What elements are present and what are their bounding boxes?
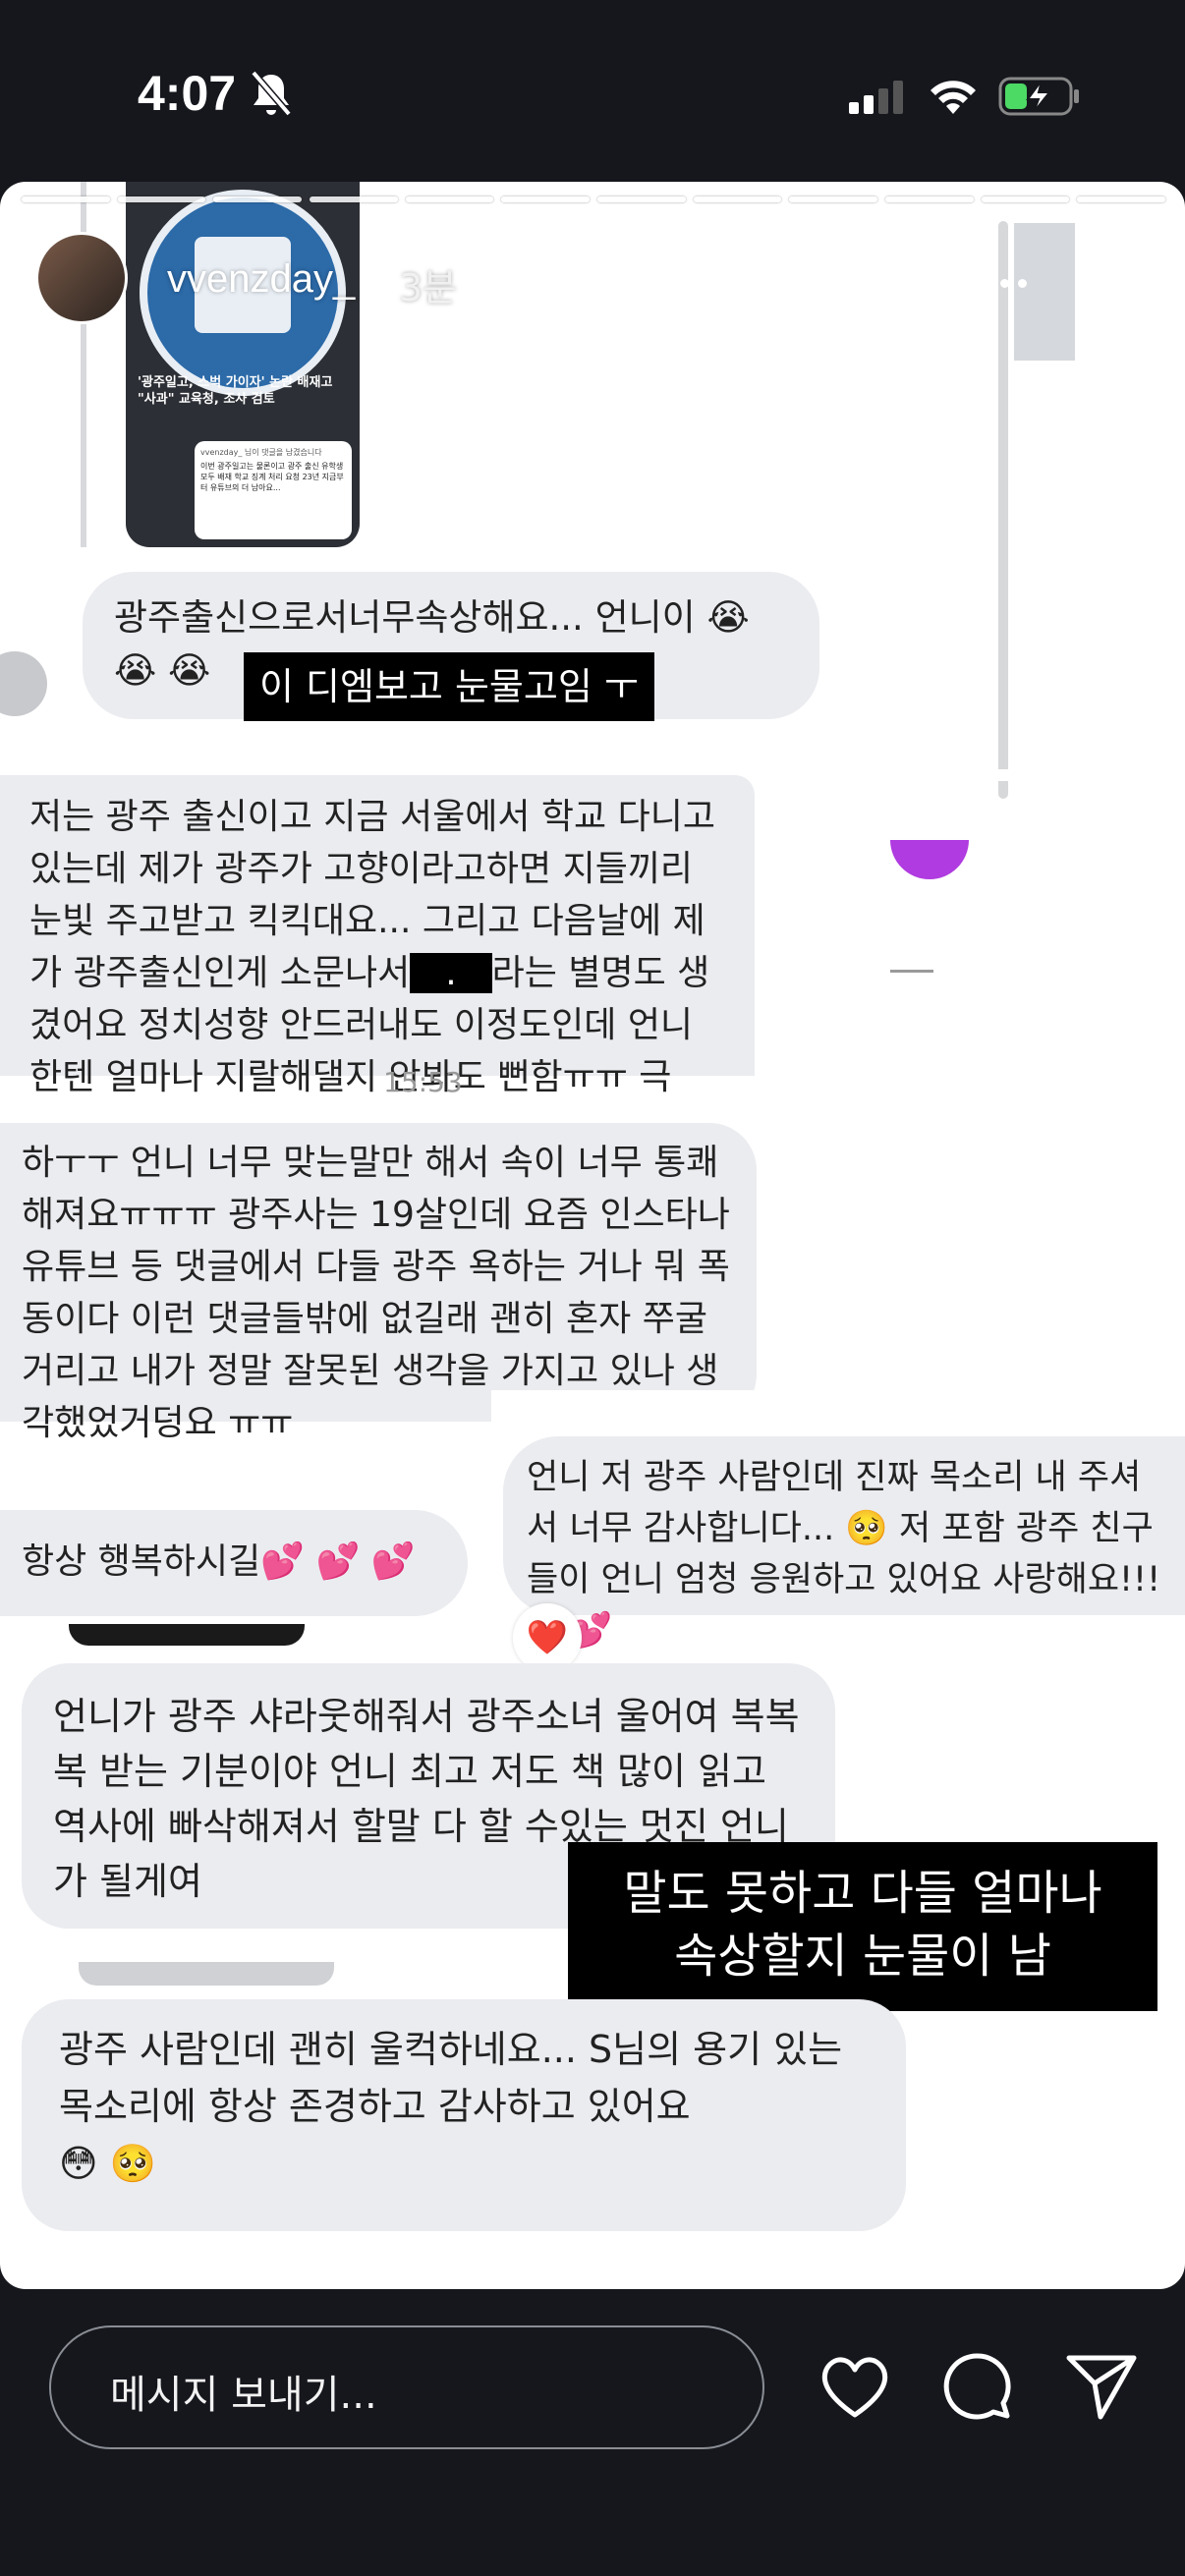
divider [890, 970, 933, 973]
story-progress-bar [22, 196, 1165, 206]
story-progress-segment [1077, 196, 1165, 202]
thumbnail-comment-text: 이번 광주일고는 물론이고 광주 출신 유학생 모두 배재 학교 징계 처리 요… [200, 462, 344, 492]
status-time: 4:07 [138, 66, 237, 121]
message-input[interactable]: 메시지 보내기... [49, 2325, 764, 2449]
message-bubble-3: 하ㅜㅜ 언니 너무 맞는말만 해서 속이 너무 통쾌해져요ㅠㅠㅠ 광주사는 19… [0, 1123, 757, 1443]
send-icon[interactable] [1065, 2352, 1138, 2421]
avatar [0, 651, 47, 716]
thumbnail-comment-card: vvenzday_ 님이 댓글을 남겼습니다 이번 광주일고는 물론이고 광주 … [195, 441, 352, 539]
message-bubble-2: 저는 광주 출신이고 지금 서울에서 학교 다니고 있는데 제가 광주가 고향이… [0, 775, 755, 1097]
story-time-ago: 3분 [399, 266, 458, 309]
signal-icon [849, 81, 903, 114]
caption-1: 이 디엠보고 눈물고임 ㅜ [244, 652, 654, 721]
story-progress-segment [213, 196, 302, 202]
story-progress-segment [693, 196, 782, 202]
message-bubble-4: 언니 저 광주 사람인데 진짜 목소리 내 주셔서 너무 감사합니다... 🥺 … [503, 1436, 1185, 1651]
message-1-text: 광주출신으로서너무속상해요... 언니이 😭 [114, 596, 750, 639]
comment-icon[interactable] [941, 2350, 1014, 2423]
message-2-time: 15:53 [383, 1066, 463, 1098]
story-progress-segment [501, 196, 590, 202]
heart-reaction: ❤️ [513, 1603, 582, 1672]
story-username[interactable]: vvenzday_ [167, 257, 355, 302]
thumbnail-headline: '광주일고, 스벅 가이자' 논란 배재고 "사과" 교육청, 조사 검토 [138, 375, 333, 407]
story-progress-segment [405, 196, 494, 202]
message-7-emoji: 😳 🥺 [59, 2142, 157, 2185]
more-icon[interactable] [983, 273, 1036, 292]
message-7-text: 광주 사람인데 괜히 울컥하네요... S님의 용기 있는 목소리에 항상 존경… [59, 2028, 843, 2128]
story-progress-segment [981, 196, 1070, 202]
heart-icon[interactable] [818, 2352, 892, 2421]
story-progress-segment [22, 196, 110, 202]
caption-2: 말도 못하고 다들 얼마나 속상할지 눈물이 남 [568, 1842, 1157, 2011]
story-progress-segment [789, 196, 877, 202]
bell-slash-icon [251, 70, 292, 117]
shared-post-thumbnail[interactable]: '광주일고, 스벅 가이자' 논란 배재고 "사과" 교육청, 조사 검토 vv… [126, 182, 360, 547]
story-progress-segment [597, 196, 686, 202]
purple-shape [890, 840, 969, 879]
story-progress-segment [885, 196, 974, 202]
story-progress-segment [117, 196, 206, 202]
close-icon[interactable] [1091, 250, 1154, 312]
caption-2-line-2: 속상할지 눈물이 남 [674, 1929, 1051, 1984]
redacted-block: . [410, 953, 492, 993]
message-bubble-7: 광주 사람인데 괜히 울컥하네요... S님의 용기 있는 목소리에 항상 존경… [22, 1999, 906, 2231]
story-card[interactable]: '광주일고, 스벅 가이자' 논란 배재고 "사과" 교육청, 조사 검토 vv… [0, 182, 1185, 2289]
caption-2-line-1: 말도 못하고 다들 얼마나 [623, 1866, 1102, 1921]
wifi-icon [931, 81, 976, 114]
message-input-placeholder: 메시지 보내기... [110, 2373, 377, 2418]
thumbnail-comment-user: vvenzday_ 님이 댓글을 남겼습니다 [200, 448, 322, 457]
profile-avatar[interactable] [35, 232, 128, 324]
story-progress-segment [310, 196, 398, 202]
message-bubble-5: 항상 행복하시길💕 💕 💕 [0, 1510, 468, 1616]
battery-charging-icon [998, 77, 1079, 116]
